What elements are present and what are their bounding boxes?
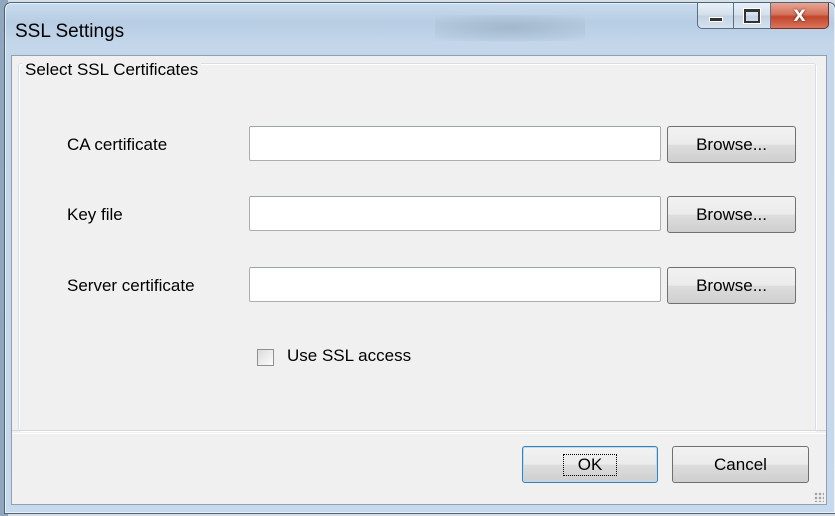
key-file-label: Key file: [67, 205, 123, 224]
title-bar-glass: [435, 15, 585, 41]
browse-button-label: Browse...: [696, 275, 767, 295]
server-certificate-input[interactable]: [249, 267, 661, 302]
window-title: SSL Settings: [15, 21, 125, 42]
title-bar[interactable]: SSL Settings X: [5, 3, 835, 55]
maximize-button[interactable]: [734, 3, 771, 29]
close-button[interactable]: X: [771, 3, 829, 29]
browse-button-label: Browse...: [696, 204, 767, 224]
server-certificate-label: Server certificate: [67, 276, 195, 295]
minimize-button[interactable]: [697, 3, 734, 29]
close-icon: X: [793, 6, 806, 25]
ssl-settings-dialog: SSL Settings X Select SSL Certificates C…: [4, 2, 835, 514]
ca-certificate-label: CA certificate: [67, 135, 168, 154]
server-certificate-browse-button[interactable]: Browse...: [667, 267, 796, 304]
group-legend: Select SSL Certificates: [22, 60, 202, 80]
use-ssl-access-checkbox[interactable]: [257, 349, 274, 366]
ca-certificate-input[interactable]: [249, 126, 661, 161]
key-file-browse-button[interactable]: Browse...: [667, 196, 796, 233]
ca-certificate-browse-button[interactable]: Browse...: [667, 126, 796, 163]
maximize-icon: [744, 8, 760, 23]
dialog-client-area: Select SSL Certificates CA certificate B…: [11, 55, 827, 505]
resize-grip[interactable]: [814, 492, 824, 502]
ok-button[interactable]: OK: [522, 446, 658, 483]
browse-button-label: Browse...: [696, 134, 767, 154]
footer-separator: [12, 430, 826, 434]
use-ssl-access-label[interactable]: Use SSL access: [287, 346, 411, 366]
minimize-icon: [708, 17, 723, 22]
certificates-group: Select SSL Certificates CA certificate B…: [18, 60, 816, 431]
caption-buttons: X: [697, 3, 829, 29]
ok-button-label: OK: [562, 453, 618, 476]
key-file-input[interactable]: [249, 196, 661, 231]
cancel-button[interactable]: Cancel: [672, 446, 809, 483]
cancel-button-label: Cancel: [714, 454, 767, 474]
